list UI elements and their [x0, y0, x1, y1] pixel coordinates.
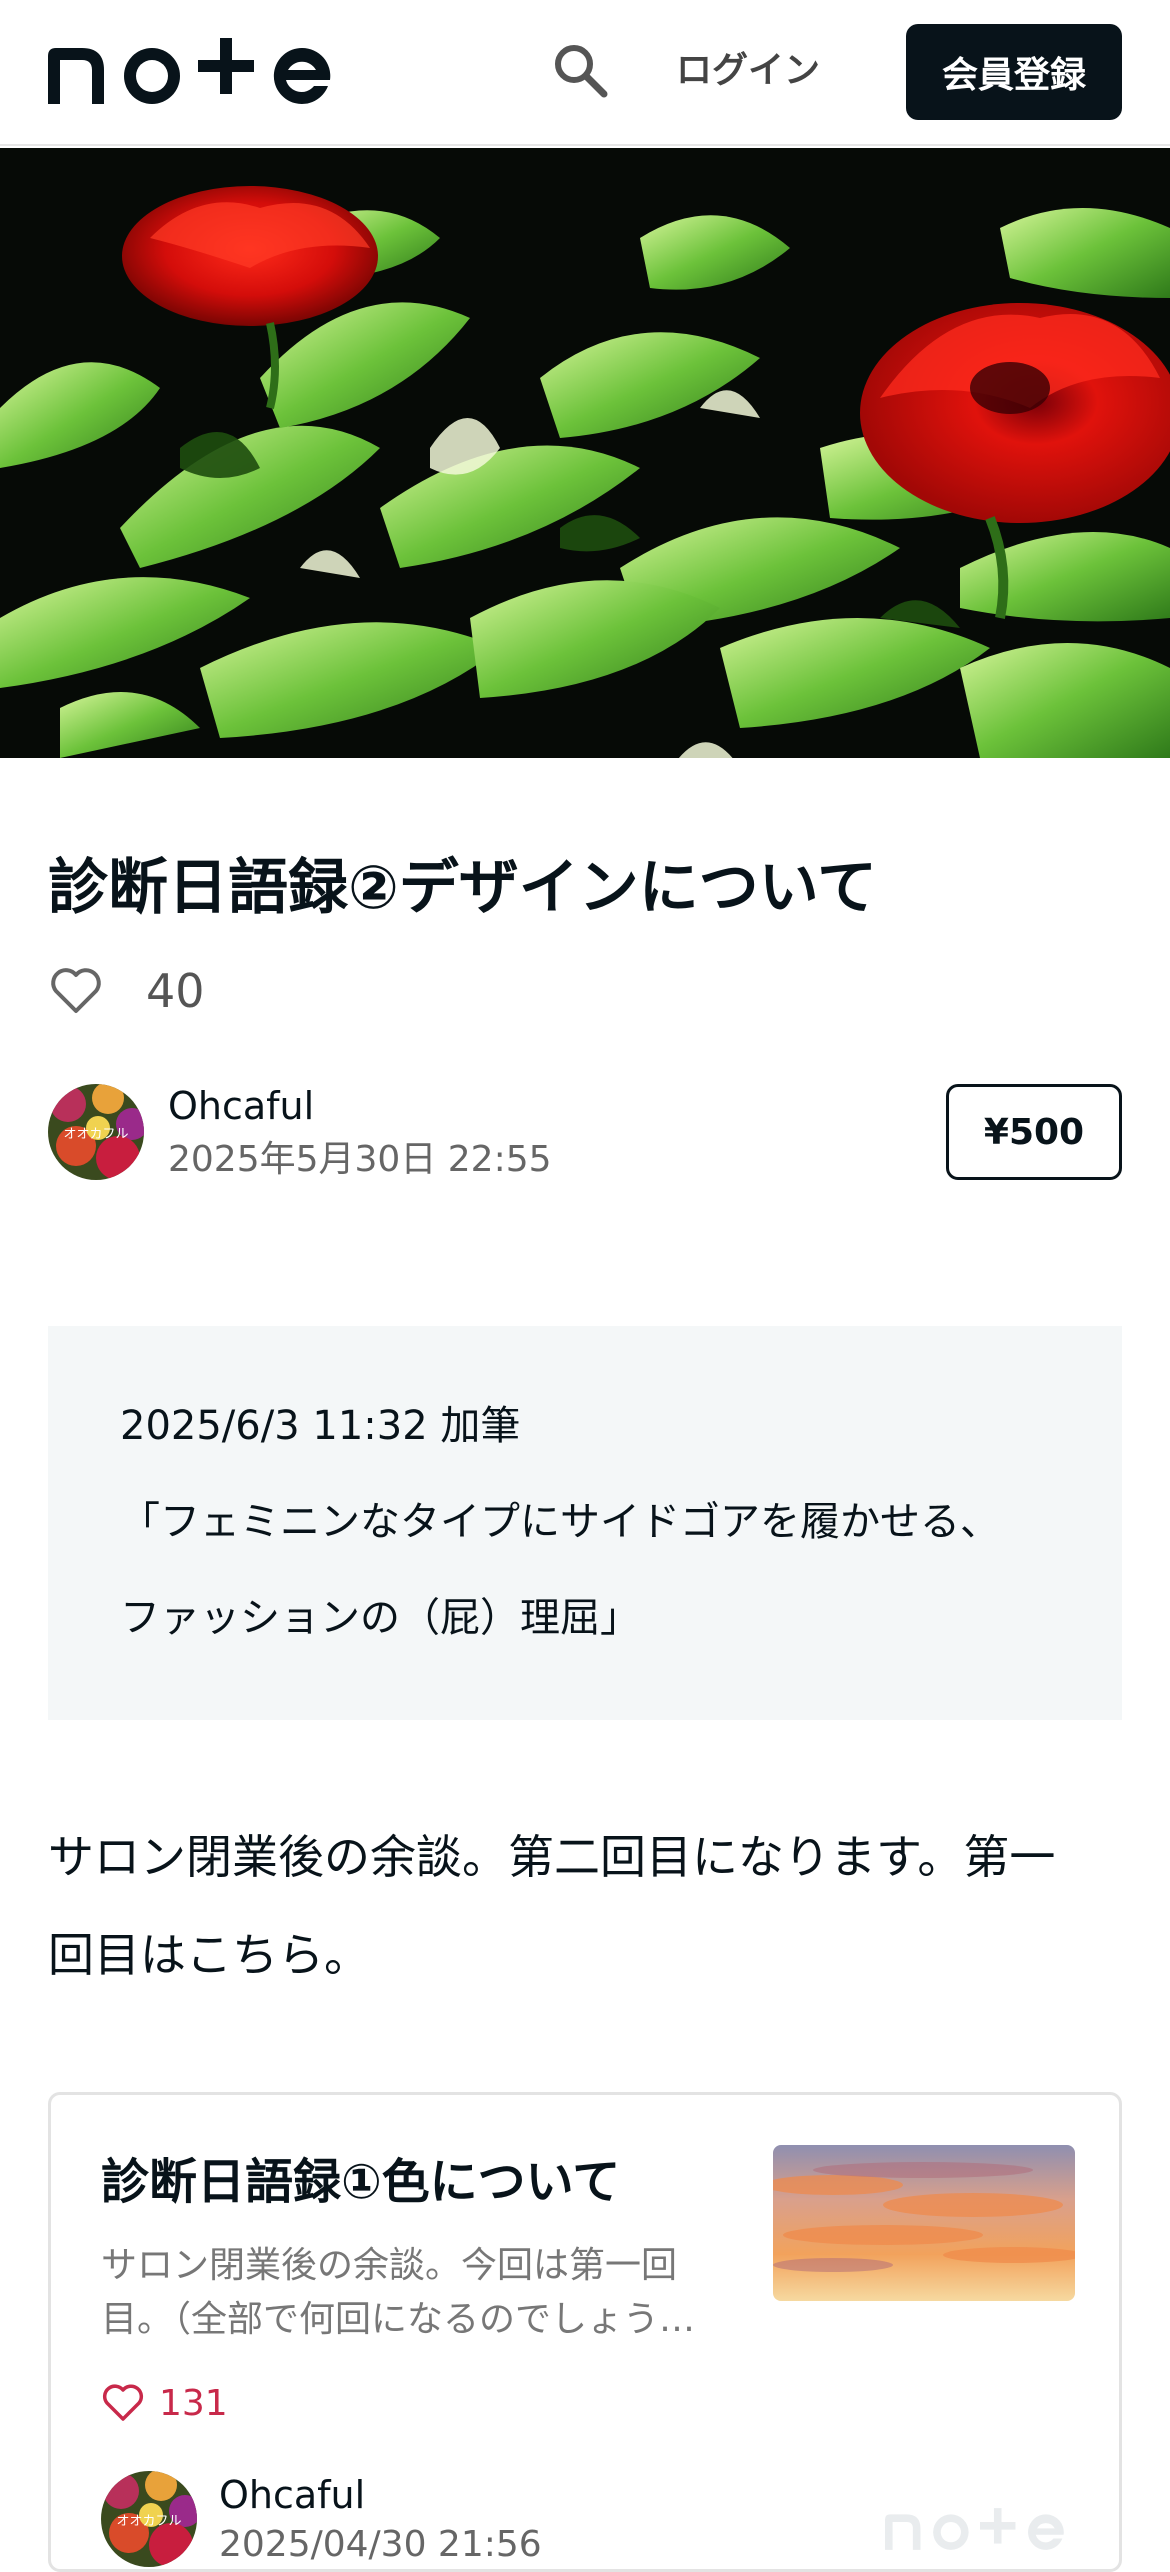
card-excerpt: サロン閉業後の余談。今回は第一回 目。（全部で何回になるのでしょう…: [101, 2239, 741, 2347]
card-title[interactable]: 診断日語録①色について: [101, 2147, 620, 2217]
notice-line: 「フェミニンなタイプにサイドゴアを履かせる、: [120, 1499, 1000, 1545]
update-notice-box: 2025/6/3 11:32 加筆 「フェミニンなタイプにサイドゴアを履かせる、…: [48, 1326, 1122, 1720]
body-line: 回目はこちら。: [48, 1928, 370, 1982]
card-excerpt-line: サロン閉業後の余談。今回は第一回: [101, 2245, 678, 2286]
like-row: 40: [48, 956, 205, 1026]
article-body: サロン閉業後の余談。第二回目になります。第一 回目はこちら。: [48, 1808, 1128, 2004]
like-count: 40: [146, 964, 205, 1018]
card-author-name: Ohcaful: [219, 2473, 366, 2517]
notice-line: ファッションの（屁）理屈」: [120, 1595, 640, 1641]
heart-icon[interactable]: [101, 2381, 145, 2425]
svg-text:オオカフル: オオカフル: [63, 1127, 128, 1142]
site-header: note ログイン 会員登録: [0, 0, 1170, 146]
card-excerpt-line: 目。（全部で何回になるのでしょう…: [101, 2299, 696, 2340]
heart-icon[interactable]: [48, 963, 104, 1019]
card-thumbnail[interactable]: [773, 2145, 1075, 2301]
login-link[interactable]: ログイン: [676, 46, 820, 96]
card-date: 2025/04/30 21:56: [219, 2524, 542, 2565]
price-button[interactable]: ¥500: [946, 1084, 1122, 1180]
card-author-avatar: オオカフル: [101, 2471, 197, 2567]
search-icon[interactable]: [550, 40, 610, 100]
author-avatar[interactable]: オオカフル: [48, 1084, 144, 1180]
article-title: 診断日語録②デザインについて: [48, 853, 877, 923]
note-logo[interactable]: note: [48, 36, 348, 106]
card-like-count: 131: [159, 2382, 228, 2424]
body-line: サロン閉業後の余談。第二回目になります。第一: [48, 1830, 1056, 1884]
embedded-article-card[interactable]: 診断日語録①色について サロン閉業後の余談。今回は第一回 目。（全部で何回になる…: [48, 2092, 1122, 2572]
notice-line: 2025/6/3 11:32 加筆: [120, 1403, 521, 1449]
card-like-row: 131: [101, 2373, 228, 2433]
post-date: 2025年5月30日 22:55: [168, 1139, 552, 1180]
author-name[interactable]: Ohcaful: [168, 1082, 314, 1130]
article-cover-image: [0, 148, 1170, 758]
signup-button[interactable]: 会員登録: [906, 24, 1122, 120]
svg-text:オオカフル: オオカフル: [116, 2514, 181, 2529]
note-watermark-logo: note: [885, 2508, 1064, 2550]
author-row: オオカフル Ohcaful 2025年5月30日 22:55 ¥500: [48, 1082, 1122, 1182]
